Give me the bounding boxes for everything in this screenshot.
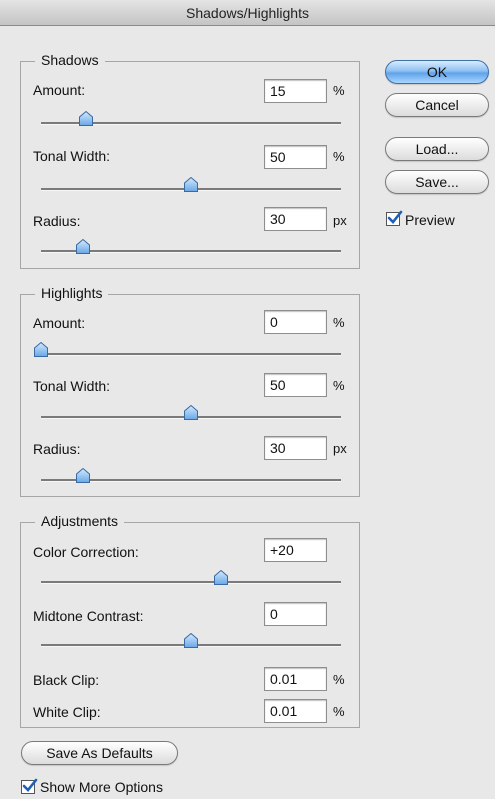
highlights-amount-slider-track[interactable]	[41, 353, 341, 356]
highlights-radius-label: Radius:	[33, 441, 81, 457]
shadows-tonal-width-field[interactable]: 50	[264, 145, 327, 169]
midtone-contrast-field[interactable]: 0	[264, 602, 327, 626]
color-correction-label: Color Correction:	[33, 544, 139, 560]
preview-checkbox[interactable]	[386, 210, 403, 226]
shadows-group: Shadows Amount: 15 % Tonal Width: 50 % R…	[20, 52, 360, 269]
shadows-tonal-width-unit: %	[333, 149, 345, 164]
checkmark-icon	[387, 210, 403, 224]
slider-thumb-icon	[184, 405, 198, 420]
shadows-amount-label: Amount:	[33, 82, 86, 98]
white-clip-label: White Clip:	[33, 704, 101, 720]
show-more-options-label: Show More Options	[40, 779, 163, 795]
black-clip-field[interactable]: 0.01	[264, 667, 327, 691]
load-button[interactable]: Load...	[385, 137, 489, 161]
highlights-tonal-width-slider-thumb[interactable]	[184, 405, 198, 420]
save-button[interactable]: Save...	[385, 170, 489, 194]
slider-thumb-icon	[76, 239, 90, 254]
title-bar: Shadows/Highlights	[0, 0, 495, 26]
checkmark-icon	[22, 778, 38, 792]
shadows-tonal-width-slider-thumb[interactable]	[184, 177, 198, 192]
highlights-tonal-width-field[interactable]: 50	[264, 373, 327, 397]
shadows-amount-field[interactable]: 15	[264, 79, 327, 103]
adjustments-group: Adjustments Color Correction: +20 Midton…	[20, 513, 360, 728]
cancel-button[interactable]: Cancel	[385, 93, 489, 117]
window-title: Shadows/Highlights	[186, 5, 309, 21]
slider-thumb-icon	[76, 468, 90, 483]
slider-thumb-icon	[214, 570, 228, 585]
highlights-radius-unit: px	[333, 441, 347, 456]
shadows-legend: Shadows	[35, 52, 105, 68]
highlights-group: Highlights Amount: 0 % Tonal Width: 50 %…	[20, 285, 360, 497]
slider-thumb-icon	[184, 633, 198, 648]
highlights-legend: Highlights	[35, 285, 109, 301]
shadows-radius-label: Radius:	[33, 213, 81, 229]
highlights-amount-slider-thumb[interactable]	[34, 342, 48, 357]
highlights-amount-unit: %	[333, 315, 345, 330]
shadows-radius-unit: px	[333, 213, 347, 228]
white-clip-field[interactable]: 0.01	[264, 699, 327, 723]
show-more-options-checkbox[interactable]	[21, 778, 38, 794]
highlights-radius-field[interactable]: 30	[264, 436, 327, 460]
shadows-radius-field[interactable]: 30	[264, 207, 327, 231]
black-clip-label: Black Clip:	[33, 672, 100, 688]
highlights-tonal-width-unit: %	[333, 378, 345, 393]
color-correction-slider-thumb[interactable]	[214, 570, 228, 585]
color-correction-slider-track[interactable]	[41, 581, 341, 584]
highlights-tonal-width-label: Tonal Width:	[33, 378, 111, 394]
midtone-contrast-slider-thumb[interactable]	[184, 633, 198, 648]
slider-thumb-icon	[184, 177, 198, 192]
highlights-radius-slider-thumb[interactable]	[76, 468, 90, 483]
black-clip-unit: %	[333, 672, 345, 687]
shadows-amount-unit: %	[333, 83, 345, 98]
midtone-contrast-label: Midtone Contrast:	[33, 608, 144, 624]
shadows-radius-slider-thumb[interactable]	[76, 239, 90, 254]
shadows-tonal-width-label: Tonal Width:	[33, 148, 111, 164]
shadows-amount-slider-thumb[interactable]	[79, 111, 93, 126]
highlights-amount-label: Amount:	[33, 315, 86, 331]
preview-label: Preview	[405, 212, 455, 228]
white-clip-unit: %	[333, 704, 345, 719]
slider-thumb-icon	[34, 342, 48, 357]
save-as-defaults-button[interactable]: Save As Defaults	[21, 741, 178, 765]
color-correction-field[interactable]: +20	[264, 538, 327, 562]
adjustments-legend: Adjustments	[35, 513, 125, 529]
ok-button[interactable]: OK	[385, 60, 489, 84]
slider-thumb-icon	[79, 111, 93, 126]
highlights-amount-field[interactable]: 0	[264, 310, 327, 334]
